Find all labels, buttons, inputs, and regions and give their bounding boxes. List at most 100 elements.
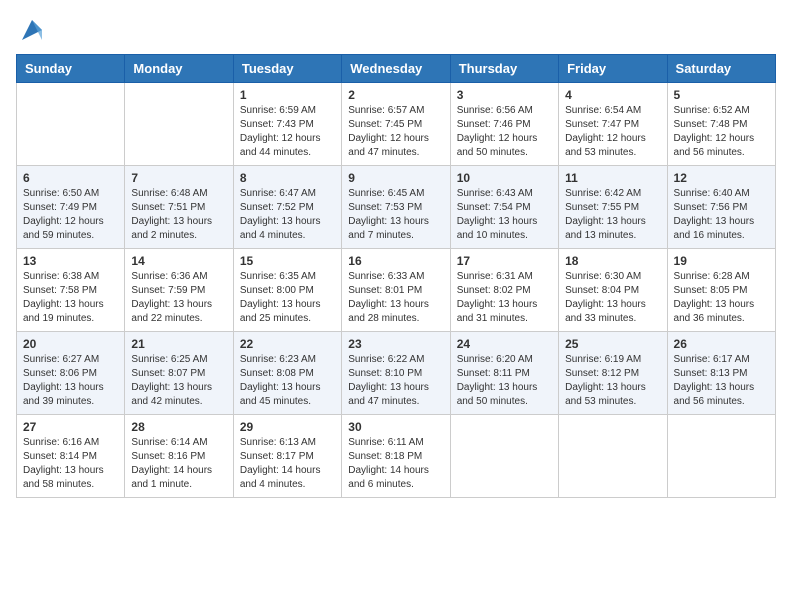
calendar-week-2: 6 Sunrise: 6:50 AM Sunset: 7:49 PM Daylig… [17,166,776,249]
day-number: 24 [457,337,552,351]
day-number: 11 [565,171,660,185]
day-info: Sunrise: 6:28 AM Sunset: 8:05 PM Dayligh… [674,270,769,326]
calendar-cell: 25Sunrise: 6:19 AM Sunset: 8:12 PM Dayli… [559,332,667,415]
calendar-cell: 24 Sunrise: 6:20 AM Sunset: 8:11 PM Dayli… [450,332,558,415]
weekday-header-monday: Monday [125,55,233,83]
day-number: 16 [348,254,443,268]
day-info: Sunrise: 6:42 AM Sunset: 7:55 PM Dayligh… [565,187,660,243]
day-number: 9 [348,171,443,185]
day-info: Sunrise: 6:16 AM Sunset: 8:14 PM Dayligh… [23,436,118,492]
day-info: Sunrise: 6:36 AM Sunset: 7:59 PM Dayligh… [131,270,226,326]
logo-icon [18,16,46,44]
day-number: 19 [674,254,769,268]
calendar-body: 1 Sunrise: 6:59 AM Sunset: 7:43 PM Daylig… [17,83,776,498]
calendar-cell: 21 Sunrise: 6:25 AM Sunset: 8:07 PM Dayli… [125,332,233,415]
calendar-week-5: 27 Sunrise: 6:16 AM Sunset: 8:14 PM Dayli… [17,415,776,498]
day-info: Sunrise: 6:48 AM Sunset: 7:51 PM Dayligh… [131,187,226,243]
day-info: Sunrise: 6:31 AM Sunset: 8:02 PM Dayligh… [457,270,552,326]
calendar-cell: 7 Sunrise: 6:48 AM Sunset: 7:51 PM Daylig… [125,166,233,249]
calendar-cell: 12 Sunrise: 6:40 AM Sunset: 7:56 PM Dayli… [667,166,775,249]
day-info: Sunrise: 6:50 AM Sunset: 7:49 PM Dayligh… [23,187,118,243]
calendar-cell: 11 Sunrise: 6:42 AM Sunset: 7:55 PM Dayli… [559,166,667,249]
calendar-cell: 28Sunrise: 6:14 AM Sunset: 8:16 PM Dayli… [125,415,233,498]
day-number: 21 [131,337,226,351]
day-info: Sunrise: 6:13 AM Sunset: 8:17 PM Dayligh… [240,436,335,492]
day-number: 25 [565,337,660,351]
day-number: 22 [240,337,335,351]
day-info: Sunrise: 6:30 AM Sunset: 8:04 PM Dayligh… [565,270,660,326]
day-number: 13 [23,254,118,268]
day-info: Sunrise: 6:11 AM Sunset: 8:18 PM Dayligh… [348,436,443,492]
calendar-cell [125,83,233,166]
calendar-cell [667,415,775,498]
day-number: 1 [240,88,335,102]
day-number: 27 [23,420,118,434]
calendar-cell: 30 Sunrise: 6:11 AM Sunset: 8:18 PM Dayli… [342,415,450,498]
day-number: 6 [23,171,118,185]
calendar-cell: 9Sunrise: 6:45 AM Sunset: 7:53 PM Daylig… [342,166,450,249]
weekday-header-wednesday: Wednesday [342,55,450,83]
calendar-week-1: 1 Sunrise: 6:59 AM Sunset: 7:43 PM Daylig… [17,83,776,166]
day-number: 8 [240,171,335,185]
day-number: 4 [565,88,660,102]
calendar-cell [450,415,558,498]
day-info: Sunrise: 6:22 AM Sunset: 8:10 PM Dayligh… [348,353,443,409]
calendar-cell [17,83,125,166]
day-info: Sunrise: 6:38 AM Sunset: 7:58 PM Dayligh… [23,270,118,326]
day-number: 29 [240,420,335,434]
calendar-cell: 20Sunrise: 6:27 AM Sunset: 8:06 PM Dayli… [17,332,125,415]
day-number: 17 [457,254,552,268]
weekday-header-sunday: Sunday [17,55,125,83]
calendar-cell: 23 Sunrise: 6:22 AM Sunset: 8:10 PM Dayli… [342,332,450,415]
day-info: Sunrise: 6:54 AM Sunset: 7:47 PM Dayligh… [565,104,660,160]
day-info: Sunrise: 6:35 AM Sunset: 8:00 PM Dayligh… [240,270,335,326]
day-number: 2 [348,88,443,102]
day-number: 26 [674,337,769,351]
day-number: 30 [348,420,443,434]
day-number: 20 [23,337,118,351]
day-info: Sunrise: 6:59 AM Sunset: 7:43 PM Dayligh… [240,104,335,160]
weekday-header-saturday: Saturday [667,55,775,83]
weekday-header-tuesday: Tuesday [233,55,341,83]
calendar-cell: 13 Sunrise: 6:38 AM Sunset: 7:58 PM Dayli… [17,249,125,332]
day-info: Sunrise: 6:52 AM Sunset: 7:48 PM Dayligh… [674,104,769,160]
calendar-cell: 27 Sunrise: 6:16 AM Sunset: 8:14 PM Dayli… [17,415,125,498]
day-info: Sunrise: 6:17 AM Sunset: 8:13 PM Dayligh… [674,353,769,409]
day-info: Sunrise: 6:47 AM Sunset: 7:52 PM Dayligh… [240,187,335,243]
calendar-cell: 26 Sunrise: 6:17 AM Sunset: 8:13 PM Dayli… [667,332,775,415]
calendar-cell: 1 Sunrise: 6:59 AM Sunset: 7:43 PM Daylig… [233,83,341,166]
weekday-header-row: SundayMondayTuesdayWednesdayThursdayFrid… [17,55,776,83]
calendar-cell: 5 Sunrise: 6:52 AM Sunset: 7:48 PM Daylig… [667,83,775,166]
calendar-cell: 15 Sunrise: 6:35 AM Sunset: 8:00 PM Dayli… [233,249,341,332]
calendar-cell: 4 Sunrise: 6:54 AM Sunset: 7:47 PM Daylig… [559,83,667,166]
day-number: 18 [565,254,660,268]
day-number: 15 [240,254,335,268]
calendar-cell: 8 Sunrise: 6:47 AM Sunset: 7:52 PM Daylig… [233,166,341,249]
weekday-header-friday: Friday [559,55,667,83]
day-number: 23 [348,337,443,351]
calendar-cell: 3Sunrise: 6:56 AM Sunset: 7:46 PM Daylig… [450,83,558,166]
calendar-week-4: 20Sunrise: 6:27 AM Sunset: 8:06 PM Dayli… [17,332,776,415]
calendar-cell: 10Sunrise: 6:43 AM Sunset: 7:54 PM Dayli… [450,166,558,249]
calendar-cell: 19 Sunrise: 6:28 AM Sunset: 8:05 PM Dayli… [667,249,775,332]
day-info: Sunrise: 6:20 AM Sunset: 8:11 PM Dayligh… [457,353,552,409]
calendar-table: SundayMondayTuesdayWednesdayThursdayFrid… [16,54,776,498]
day-number: 7 [131,171,226,185]
day-info: Sunrise: 6:33 AM Sunset: 8:01 PM Dayligh… [348,270,443,326]
calendar-cell: 17 Sunrise: 6:31 AM Sunset: 8:02 PM Dayli… [450,249,558,332]
page-header [16,16,776,44]
day-info: Sunrise: 6:40 AM Sunset: 7:56 PM Dayligh… [674,187,769,243]
day-number: 5 [674,88,769,102]
day-info: Sunrise: 6:23 AM Sunset: 8:08 PM Dayligh… [240,353,335,409]
day-info: Sunrise: 6:25 AM Sunset: 8:07 PM Dayligh… [131,353,226,409]
day-info: Sunrise: 6:43 AM Sunset: 7:54 PM Dayligh… [457,187,552,243]
day-info: Sunrise: 6:14 AM Sunset: 8:16 PM Dayligh… [131,436,226,492]
logo [16,16,46,44]
day-number: 14 [131,254,226,268]
calendar-cell: 22 Sunrise: 6:23 AM Sunset: 8:08 PM Dayli… [233,332,341,415]
day-number: 12 [674,171,769,185]
day-number: 3 [457,88,552,102]
calendar-cell: 2Sunrise: 6:57 AM Sunset: 7:45 PM Daylig… [342,83,450,166]
calendar-cell: 16 Sunrise: 6:33 AM Sunset: 8:01 PM Dayli… [342,249,450,332]
calendar-cell: 6 Sunrise: 6:50 AM Sunset: 7:49 PM Daylig… [17,166,125,249]
